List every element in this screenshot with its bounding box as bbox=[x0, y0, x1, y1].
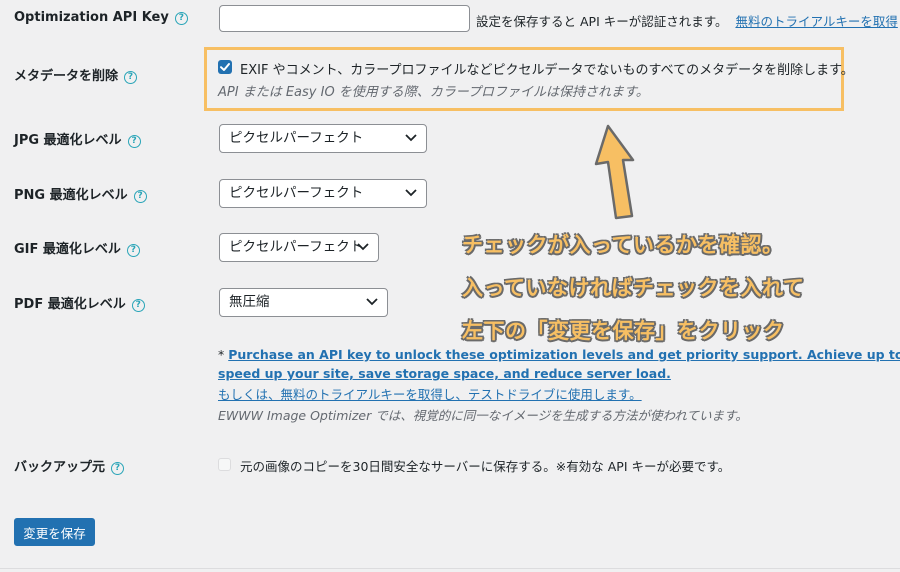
api-key-note-text: 設定を保存すると API キーが認証されます。 bbox=[476, 14, 728, 29]
metadata-label: メタデータを削除? bbox=[14, 65, 138, 84]
trial-drive-link[interactable]: もしくは、無料のトライアルキーを取得し、テストドライブに使用します。 bbox=[218, 384, 642, 403]
annotation-line-1: チェックが入っているかを確認。 bbox=[462, 233, 784, 257]
highlight-box bbox=[204, 47, 844, 111]
annotation-line-3: 左下の「変更を保存」をクリック bbox=[462, 319, 785, 343]
api-key-note: 設定を保存すると API キーが認証されます。 無料のトライアルキーを取得 bbox=[476, 11, 898, 30]
jpg-label-text: JPG 最適化レベル bbox=[14, 133, 122, 148]
arrow-up-icon bbox=[594, 124, 635, 220]
pdf-label-text: PDF 最適化レベル bbox=[14, 297, 126, 312]
api-key-label-text: Optimization API Key bbox=[14, 10, 169, 25]
jpg-selected-value: ピクセルパーフェクト bbox=[229, 130, 364, 146]
gif-label: GIF 最適化レベル? bbox=[14, 238, 140, 257]
api-key-input[interactable] bbox=[219, 5, 470, 32]
help-icon[interactable]: ? bbox=[131, 299, 145, 312]
backup-label: バックアップ元? bbox=[14, 456, 125, 475]
purchase-api-key-link-continued[interactable]: speed up your site, save storage space, … bbox=[218, 366, 671, 381]
metadata-checkbox-label[interactable]: EXIF やコメント、カラープロファイルなどピクセルデータでないものすべてのメタ… bbox=[240, 59, 854, 78]
backup-checkbox-label[interactable]: 元の画像のコピーを30日間安全なサーバーに保存する。※有効な API キーが必要… bbox=[240, 456, 730, 475]
help-icon[interactable]: ? bbox=[127, 135, 141, 148]
help-icon[interactable]: ? bbox=[124, 71, 138, 84]
metadata-checkbox[interactable] bbox=[218, 60, 232, 74]
png-label: PNG 最適化レベル? bbox=[14, 184, 147, 203]
pdf-selected-value: 無圧縮 bbox=[229, 294, 270, 310]
trial-key-link[interactable]: 無料のトライアルキーを取得 bbox=[735, 14, 897, 29]
chevron-down-icon bbox=[405, 189, 417, 197]
metadata-description: API または Easy IO を使用する際、カラープロファイルは保持されます。 bbox=[218, 85, 649, 100]
chevron-down-icon bbox=[366, 298, 378, 306]
purchase-api-key-link[interactable]: Purchase an API key to unlock these opti… bbox=[228, 347, 900, 362]
purchase-notice: * Purchase an API key to unlock these op… bbox=[218, 347, 900, 362]
ewww-description: EWWW Image Optimizer では、視覚的に同一なイメージを生成する… bbox=[218, 408, 748, 423]
help-icon[interactable]: ? bbox=[111, 462, 125, 475]
pdf-label: PDF 最適化レベル? bbox=[14, 293, 145, 312]
backup-checkbox[interactable] bbox=[218, 458, 231, 471]
png-label-text: PNG 最適化レベル bbox=[14, 188, 128, 203]
backup-label-text: バックアップ元 bbox=[14, 460, 106, 475]
footer-divider bbox=[0, 568, 900, 569]
checkmark-icon bbox=[220, 63, 230, 71]
chevron-down-icon bbox=[357, 243, 369, 251]
png-level-select[interactable]: ピクセルパーフェクト bbox=[219, 179, 427, 208]
metadata-label-text: メタデータを削除 bbox=[14, 69, 119, 84]
png-selected-value: ピクセルパーフェクト bbox=[229, 185, 364, 201]
pdf-level-select[interactable]: 無圧縮 bbox=[219, 288, 388, 317]
jpg-label: JPG 最適化レベル? bbox=[14, 129, 141, 148]
gif-label-text: GIF 最適化レベル bbox=[14, 242, 121, 257]
jpg-level-select[interactable]: ピクセルパーフェクト bbox=[219, 124, 427, 153]
chevron-down-icon bbox=[405, 134, 417, 142]
help-icon[interactable]: ? bbox=[174, 12, 188, 25]
gif-level-select[interactable]: ピクセルパーフェクト bbox=[219, 233, 379, 262]
annotation-line-2: 入っていなければチェックを入れて bbox=[462, 276, 805, 300]
gif-selected-value: ピクセルパーフェクト bbox=[229, 239, 364, 255]
help-icon[interactable]: ? bbox=[133, 190, 147, 203]
save-changes-button[interactable]: 変更を保存 bbox=[14, 518, 95, 546]
api-key-label: Optimization API Key? bbox=[14, 10, 188, 25]
asterisk: * bbox=[218, 347, 229, 362]
help-icon[interactable]: ? bbox=[126, 244, 140, 257]
